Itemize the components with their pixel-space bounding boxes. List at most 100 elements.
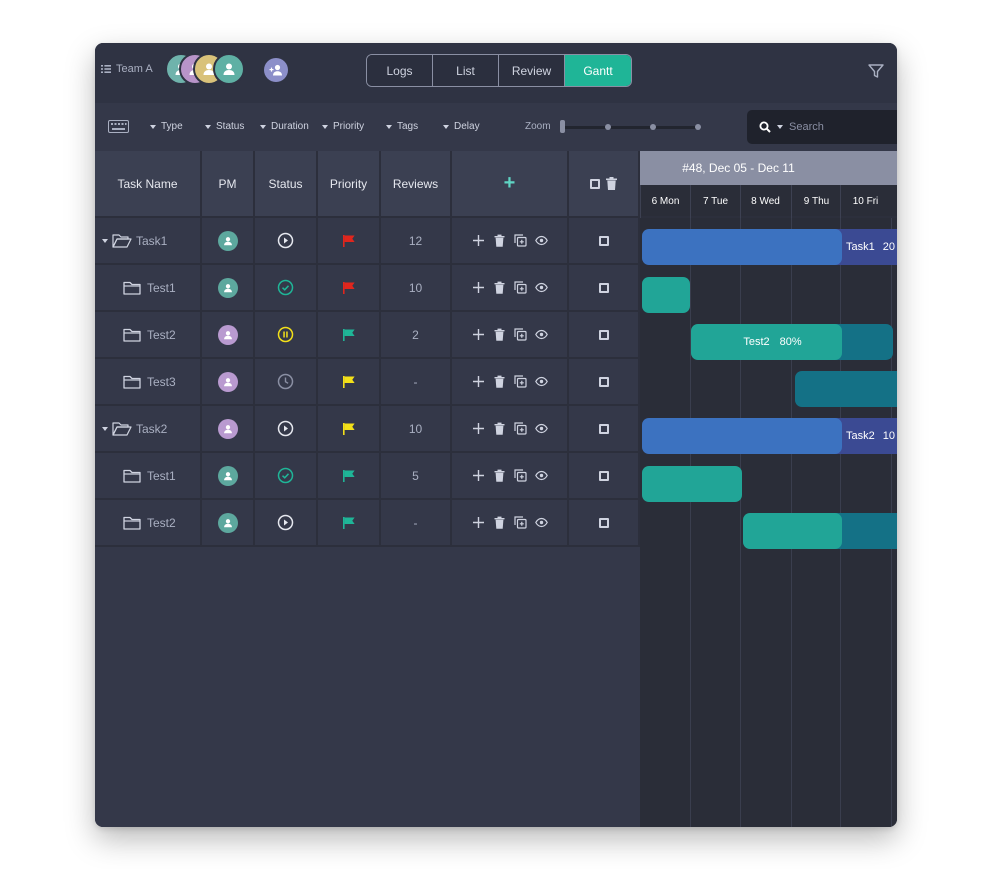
copy-icon[interactable]: [513, 469, 527, 482]
eye-icon[interactable]: [534, 281, 548, 294]
select-all-checkbox[interactable]: [590, 178, 600, 189]
column-header-pm[interactable]: PM: [202, 151, 255, 218]
cell-priority[interactable]: [318, 312, 381, 357]
zoom-slider-handle[interactable]: [560, 120, 565, 133]
row-checkbox[interactable]: [598, 282, 609, 293]
cell-status[interactable]: [255, 359, 318, 404]
gantt-bar-task2[interactable]: [642, 418, 842, 454]
row-checkbox[interactable]: [598, 423, 609, 434]
cell-priority[interactable]: [318, 406, 381, 451]
trash-icon[interactable]: [493, 328, 506, 341]
eye-icon[interactable]: [534, 469, 548, 482]
avatar[interactable]: [213, 53, 245, 85]
column-header-priority[interactable]: Priority: [318, 151, 381, 218]
cell-status[interactable]: [255, 312, 318, 357]
cell-priority[interactable]: [318, 359, 381, 404]
search-input[interactable]: [789, 121, 879, 133]
eye-icon[interactable]: [534, 422, 548, 435]
filter-delay[interactable]: Delay: [443, 121, 480, 132]
avatar[interactable]: [217, 230, 238, 251]
table-row[interactable]: Task1 12: [95, 218, 640, 265]
member-avatars[interactable]: [165, 53, 255, 85]
cell-status[interactable]: [255, 265, 318, 310]
avatar[interactable]: [217, 324, 238, 345]
filter-icon[interactable]: [867, 62, 885, 80]
row-checkbox[interactable]: [598, 376, 609, 387]
cell-priority[interactable]: [318, 453, 381, 498]
filter-tags[interactable]: Tags: [386, 121, 418, 132]
filter-status[interactable]: Status: [205, 121, 244, 132]
tab-review[interactable]: Review: [499, 55, 565, 86]
copy-icon[interactable]: [513, 328, 527, 341]
expand-caret-icon[interactable]: [102, 426, 108, 431]
copy-icon[interactable]: [513, 422, 527, 435]
trash-icon[interactable]: [493, 422, 506, 435]
avatar[interactable]: [217, 277, 238, 298]
add-icon[interactable]: [472, 328, 485, 341]
cell-task-name[interactable]: Task1: [95, 218, 202, 263]
trash-icon[interactable]: [493, 234, 506, 247]
table-row[interactable]: Task2 10: [95, 406, 640, 453]
trash-icon[interactable]: [606, 177, 617, 190]
trash-icon[interactable]: [493, 281, 506, 294]
add-icon[interactable]: [472, 469, 485, 482]
copy-icon[interactable]: [513, 375, 527, 388]
expand-caret-icon[interactable]: [102, 238, 108, 243]
gantt-bar-test1[interactable]: [642, 277, 690, 313]
table-row[interactable]: Test2 2: [95, 312, 640, 359]
trash-icon[interactable]: [493, 469, 506, 482]
gantt-bar-task1[interactable]: [642, 229, 842, 265]
cell-priority[interactable]: [318, 500, 381, 545]
avatar[interactable]: [217, 512, 238, 533]
add-member-button[interactable]: [264, 58, 288, 82]
cell-status[interactable]: [255, 218, 318, 263]
avatar[interactable]: [217, 418, 238, 439]
eye-icon[interactable]: [534, 328, 548, 341]
table-row[interactable]: Test1 10: [95, 265, 640, 312]
avatar[interactable]: [217, 371, 238, 392]
cell-task-name[interactable]: Test1: [95, 265, 202, 310]
team-selector[interactable]: Team A: [101, 63, 153, 75]
row-checkbox[interactable]: [598, 329, 609, 340]
add-icon[interactable]: [472, 516, 485, 529]
tab-list[interactable]: List: [433, 55, 499, 86]
tab-gantt[interactable]: Gantt: [565, 55, 631, 86]
cell-status[interactable]: [255, 500, 318, 545]
eye-icon[interactable]: [534, 375, 548, 388]
row-checkbox[interactable]: [598, 235, 609, 246]
gantt-bar-test2[interactable]: [743, 513, 842, 549]
column-header-reviews[interactable]: Reviews: [381, 151, 452, 218]
cell-status[interactable]: [255, 406, 318, 451]
add-column-button[interactable]: +: [452, 151, 569, 218]
avatar[interactable]: [217, 465, 238, 486]
eye-icon[interactable]: [534, 234, 548, 247]
cell-task-name[interactable]: Test2: [95, 500, 202, 545]
cell-task-name[interactable]: Task2: [95, 406, 202, 451]
zoom-slider[interactable]: [561, 126, 701, 129]
cell-task-name[interactable]: Test2: [95, 312, 202, 357]
row-checkbox[interactable]: [598, 517, 609, 528]
cell-priority[interactable]: [318, 265, 381, 310]
filter-duration[interactable]: Duration: [260, 121, 309, 132]
table-row[interactable]: Test2 -: [95, 500, 640, 547]
column-header-status[interactable]: Status: [255, 151, 318, 218]
trash-icon[interactable]: [493, 375, 506, 388]
keyboard-icon[interactable]: [108, 120, 129, 133]
cell-task-name[interactable]: Test1: [95, 453, 202, 498]
tab-logs[interactable]: Logs: [367, 55, 433, 86]
filter-priority[interactable]: Priority: [322, 121, 364, 132]
copy-icon[interactable]: [513, 281, 527, 294]
table-row[interactable]: Test1 5: [95, 453, 640, 500]
copy-icon[interactable]: [513, 234, 527, 247]
search-scope-caret-icon[interactable]: [777, 125, 783, 129]
add-icon[interactable]: [472, 422, 485, 435]
add-icon[interactable]: [472, 375, 485, 388]
gantt-bar-test1[interactable]: [642, 466, 742, 502]
add-icon[interactable]: [472, 234, 485, 247]
gantt-bar-test3[interactable]: [795, 371, 897, 407]
cell-priority[interactable]: [318, 218, 381, 263]
column-header-task-name[interactable]: Task Name: [95, 151, 202, 218]
row-checkbox[interactable]: [598, 470, 609, 481]
gantt-bar-test2[interactable]: Test2 80%: [691, 324, 842, 360]
add-icon[interactable]: [472, 281, 485, 294]
